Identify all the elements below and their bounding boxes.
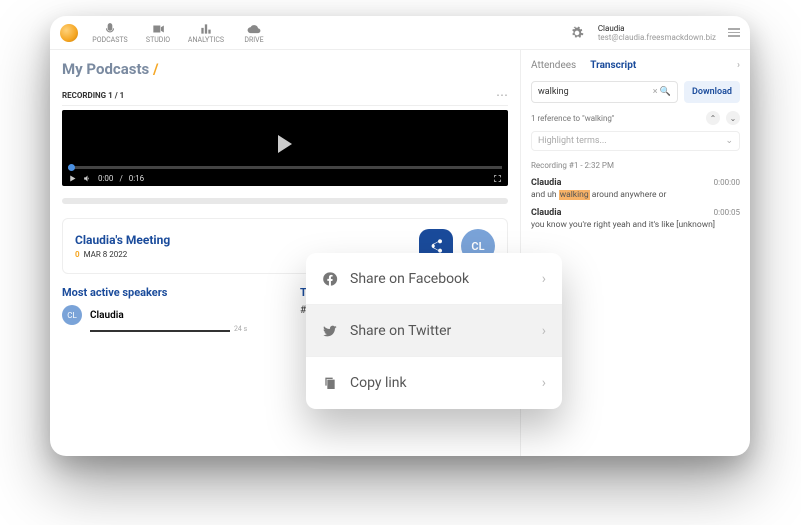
next-match-button[interactable]: ⌄ — [726, 111, 740, 125]
page-title: My Podcasts / — [62, 60, 508, 78]
meeting-date: 0MAR 8 2022 — [75, 250, 170, 259]
copy-link[interactable]: Copy link› — [306, 357, 562, 409]
user-email: test@claudia.freesmackdown.biz — [598, 33, 716, 42]
copy-icon — [322, 375, 338, 391]
speaker-avatar: CL — [62, 305, 82, 325]
nav-drive[interactable]: DRIVE — [232, 22, 276, 44]
highlight-dropdown[interactable]: Highlight terms... ⌄ — [531, 131, 740, 151]
speakers-heading: Most active speakers — [62, 286, 270, 299]
volume-icon[interactable] — [83, 174, 92, 183]
transcript-entry[interactable]: Claudia0:00:00 and uh walking around any… — [531, 178, 740, 200]
more-icon[interactable]: ⋯ — [496, 88, 508, 102]
share-popover: Share on Facebook› Share on Twitter› Cop… — [306, 253, 562, 409]
facebook-icon — [322, 271, 338, 287]
speaker-bar — [90, 330, 230, 332]
nav-analytics[interactable]: ANALYTICS — [184, 22, 228, 44]
top-bar: PODCASTS STUDIO ANALYTICS DRIVE Claudia … — [50, 16, 750, 50]
video-player[interactable]: 0:00 / 0:16 — [62, 110, 508, 186]
prev-match-button[interactable]: ⌃ — [706, 111, 720, 125]
recording-subheader: Recording #1 - 2:32 PM — [531, 161, 740, 170]
tab-transcript[interactable]: Transcript — [590, 60, 636, 71]
reference-text: 1 reference to "walking" — [531, 114, 614, 123]
search-value: walking — [538, 87, 569, 97]
nav-studio[interactable]: STUDIO — [136, 22, 180, 44]
share-facebook[interactable]: Share on Facebook› — [306, 253, 562, 305]
twitter-icon — [322, 323, 338, 339]
clear-search-icon[interactable]: × 🔍 — [653, 87, 671, 97]
speaker-name: Claudia — [90, 310, 124, 321]
share-twitter[interactable]: Share on Twitter› — [306, 305, 562, 357]
play-small-icon[interactable] — [68, 174, 77, 183]
logo-icon — [60, 24, 78, 42]
user-info[interactable]: Claudia test@claudia.freesmackdown.biz — [598, 24, 716, 42]
search-input[interactable]: walking × 🔍 — [531, 81, 678, 103]
play-icon[interactable] — [278, 135, 292, 153]
transcript-entry[interactable]: Claudia0:00:05 you know you're right yea… — [531, 208, 740, 230]
chevron-right-icon[interactable]: › — [737, 60, 740, 71]
chevron-right-icon: › — [542, 323, 546, 339]
recording-header: RECORDING 1 / 1 ⋯ — [62, 88, 508, 106]
transcript-tabs: Attendees Transcript › — [531, 60, 740, 71]
tab-attendees[interactable]: Attendees — [531, 60, 576, 71]
waveform[interactable] — [62, 198, 508, 204]
menu-icon[interactable] — [728, 28, 740, 37]
progress-bar[interactable] — [68, 166, 502, 169]
speaker-duration: 24 s — [234, 325, 247, 333]
recording-label: RECORDING 1 / 1 — [62, 91, 124, 100]
reference-row: 1 reference to "walking" ⌃ ⌄ — [531, 111, 740, 125]
chevron-right-icon: › — [542, 375, 546, 391]
settings-icon[interactable] — [570, 26, 584, 40]
time-total: 0:16 — [129, 174, 144, 183]
time-current: 0:00 — [98, 174, 113, 183]
download-button[interactable]: Download — [684, 81, 740, 103]
user-name: Claudia — [598, 24, 716, 33]
nav-podcasts[interactable]: PODCASTS — [88, 22, 132, 44]
speakers-section: Most active speakers CL Claudia 24 s — [62, 286, 270, 333]
player-controls: 0:00 / 0:16 — [62, 170, 508, 186]
chevron-right-icon: › — [542, 271, 546, 287]
chevron-down-icon: ⌄ — [725, 136, 733, 146]
speaker-row[interactable]: CL Claudia — [62, 305, 270, 325]
meeting-title: Claudia's Meeting — [75, 233, 170, 247]
fullscreen-icon[interactable] — [493, 174, 502, 183]
